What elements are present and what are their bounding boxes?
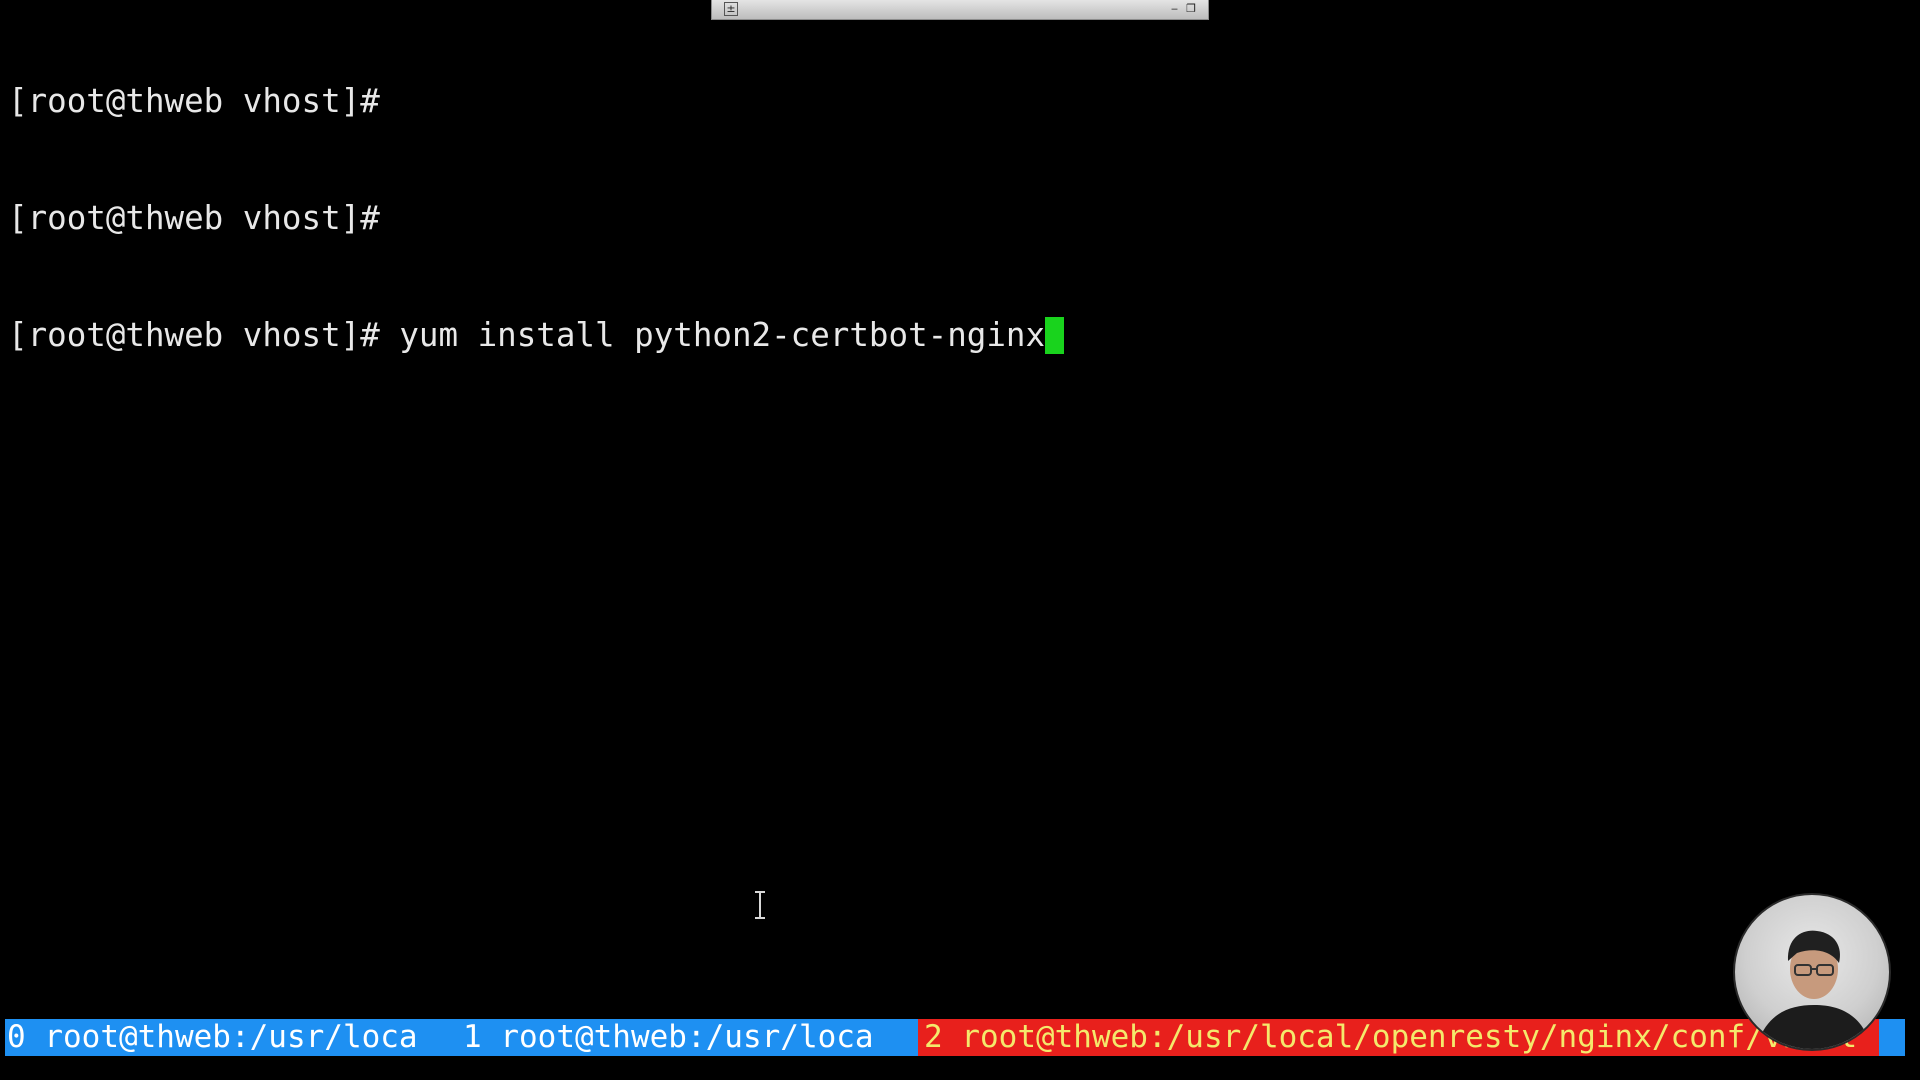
terminal-screen[interactable]: ± ‒ ❐ [root@thweb vhost]# [root@thweb vh… [0, 0, 1920, 1080]
ibeam-cursor-icon [755, 891, 765, 919]
restore-icon[interactable]: ❐ [1186, 1, 1196, 17]
minimize-icon[interactable]: ‒ [1171, 1, 1178, 17]
terminal-output[interactable]: [root@thweb vhost]# [root@thweb vhost]# … [8, 4, 1065, 433]
tmux-status-bar: 0 root@thweb:/usr/loca 1 root@thweb:/usr… [5, 1019, 1905, 1056]
text-cursor [1045, 317, 1065, 354]
presenter-silhouette [1756, 930, 1872, 1049]
command-text: [root@thweb vhost]# yum install python2-… [8, 316, 1046, 354]
terminal-command-line: [root@thweb vhost]# yum install python2-… [8, 316, 1065, 355]
terminal-line: [root@thweb vhost]# [8, 199, 380, 237]
tmux-window-1[interactable]: 1 root@thweb:/usr/loca [463, 1019, 874, 1056]
terminal-line: [root@thweb vhost]# [8, 82, 380, 120]
tmux-window-0[interactable]: 0 root@thweb:/usr/loca [7, 1019, 418, 1056]
tmux-window-2-active[interactable]: 2 root@thweb:/usr/local/openresty/nginx/… [918, 1019, 1879, 1056]
presenter-webcam [1733, 893, 1891, 1051]
